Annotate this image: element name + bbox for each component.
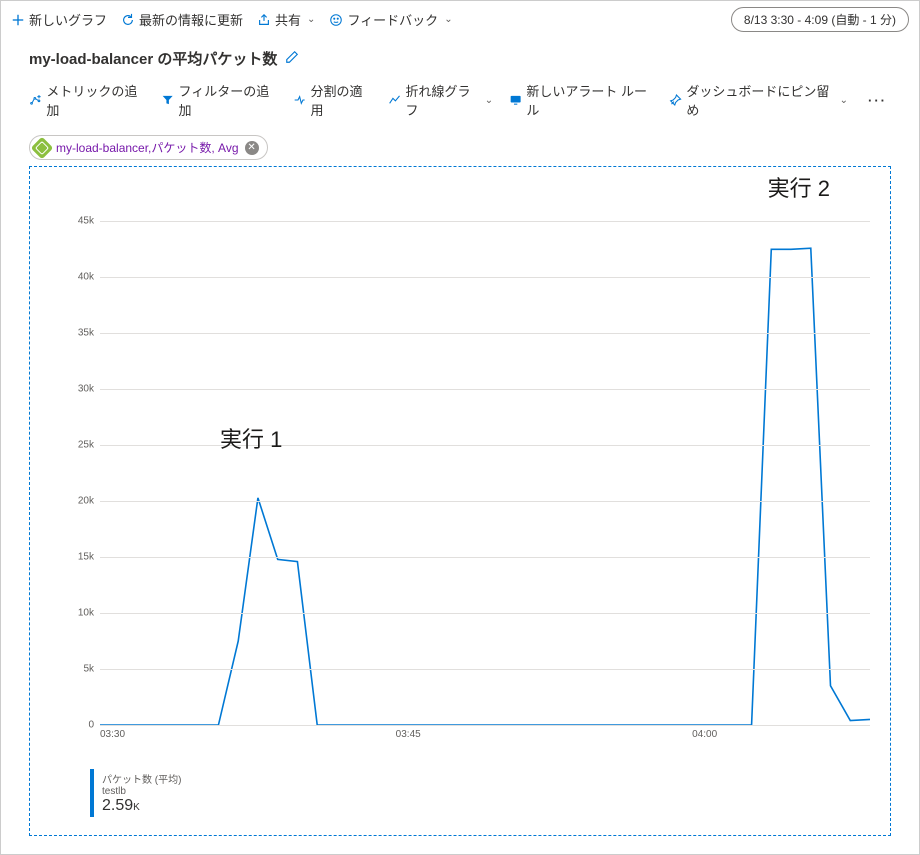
feedback-button[interactable]: フィードバック ⌄	[329, 10, 452, 29]
metric-chip-label: my-load-balancer,パケット数, Avg	[56, 139, 239, 156]
refresh-icon	[121, 13, 135, 27]
y-axis-label: 20k	[62, 496, 94, 507]
alert-icon	[509, 93, 522, 107]
time-range-label: 8/13 3:30 - 4:09 (自動 - 1 分)	[744, 13, 896, 27]
new-alert-rule-label: 新しいアラート ルール	[526, 81, 653, 119]
chart-frame: 05k10k15k20k25k30k35k40k45k 03:3003:4504…	[29, 166, 891, 836]
feedback-label: フィードバック	[347, 10, 438, 29]
chevron-down-icon: ⌄	[485, 95, 493, 106]
gridline	[100, 333, 870, 334]
remove-chip-button[interactable]: ✕	[245, 141, 259, 155]
chart-container: my-load-balancer,パケット数, Avg ✕ 05k10k15k2…	[29, 135, 891, 836]
annotation-run-2: 実行 2	[768, 171, 830, 203]
x-axis-label: 03:45	[396, 729, 421, 740]
legend-metric-name: パケット数 (平均)	[102, 771, 181, 786]
legend-item[interactable]: パケット数 (平均) testlb 2.59K	[90, 769, 189, 817]
y-axis-label: 25k	[62, 440, 94, 451]
chart-toolbar-left: メトリックの追加 フィルターの追加 分割の適用	[29, 81, 372, 119]
edit-title-button[interactable]	[285, 50, 299, 67]
add-metric-label: メトリックの追加	[46, 81, 145, 119]
gridline	[100, 557, 870, 558]
pin-to-dashboard-label: ダッシュボードにピン留め	[686, 81, 833, 119]
chart-toolbar: メトリックの追加 フィルターの追加 分割の適用 折れ線グラフ ⌄ 新しいアラート…	[1, 77, 919, 127]
refresh-label: 最新の情報に更新	[139, 10, 243, 29]
time-range-picker[interactable]: 8/13 3:30 - 4:09 (自動 - 1 分)	[731, 7, 909, 32]
new-alert-rule-button[interactable]: 新しいアラート ルール	[509, 81, 653, 119]
gridline	[100, 725, 870, 726]
y-axis-label: 5k	[62, 664, 94, 675]
annotation-run-1: 実行 1	[220, 422, 282, 454]
x-axis-label: 03:30	[100, 729, 125, 740]
new-chart-button[interactable]: 新しいグラフ	[11, 10, 107, 29]
gridline	[100, 669, 870, 670]
split-icon	[293, 93, 306, 107]
plus-icon	[11, 13, 25, 27]
y-axis-label: 30k	[62, 384, 94, 395]
chart-title: my-load-balancer の平均パケット数	[29, 48, 277, 69]
share-button[interactable]: 共有 ⌄	[257, 10, 315, 29]
gridline	[100, 445, 870, 446]
metric-chip-row: my-load-balancer,パケット数, Avg ✕	[29, 135, 891, 160]
y-axis-label: 0	[62, 720, 94, 731]
line-chart-icon	[388, 93, 401, 107]
chevron-down-icon: ⌄	[840, 95, 848, 106]
apply-splitting-label: 分割の適用	[311, 81, 373, 119]
x-axis-label: 04:00	[692, 729, 717, 740]
gridline	[100, 221, 870, 222]
filter-icon	[161, 93, 174, 107]
y-axis-label: 10k	[62, 608, 94, 619]
pin-to-dashboard-button[interactable]: ダッシュボードにピン留め ⌄	[669, 81, 848, 119]
gridline	[100, 501, 870, 502]
new-chart-label: 新しいグラフ	[29, 10, 107, 29]
top-toolbar: 新しいグラフ 最新の情報に更新 共有 ⌄ フィードバック ⌄ 8/13 3:30…	[1, 1, 919, 38]
y-axis-label: 45k	[62, 216, 94, 227]
plot-area[interactable]: 05k10k15k20k25k30k35k40k45k	[100, 199, 870, 725]
more-actions-button[interactable]: ···	[864, 93, 891, 108]
apply-splitting-button[interactable]: 分割の適用	[293, 81, 372, 119]
resource-icon	[31, 136, 54, 159]
share-icon	[257, 13, 271, 27]
chevron-down-icon: ⌄	[444, 14, 452, 25]
refresh-button[interactable]: 最新の情報に更新	[121, 10, 243, 29]
pin-icon	[669, 93, 682, 107]
y-axis-label: 15k	[62, 552, 94, 563]
gridline	[100, 277, 870, 278]
chevron-down-icon: ⌄	[307, 14, 315, 25]
chart-toolbar-right: 折れ線グラフ ⌄ 新しいアラート ルール ダッシュボードにピン留め ⌄ ···	[388, 81, 891, 119]
pencil-icon	[285, 50, 299, 64]
x-axis: 03:30 03:45 04:00	[100, 729, 870, 743]
smiley-icon	[329, 13, 343, 27]
chart-title-row: my-load-balancer の平均パケット数	[1, 38, 919, 77]
y-axis-label: 40k	[62, 272, 94, 283]
add-metric-icon	[29, 93, 42, 107]
gridline	[100, 613, 870, 614]
y-axis-label: 35k	[62, 328, 94, 339]
add-metric-button[interactable]: メトリックの追加	[29, 81, 145, 119]
metric-chip[interactable]: my-load-balancer,パケット数, Avg ✕	[29, 135, 268, 160]
add-filter-label: フィルターの追加	[179, 81, 278, 119]
top-toolbar-left: 新しいグラフ 最新の情報に更新 共有 ⌄ フィードバック ⌄	[11, 10, 453, 29]
add-filter-button[interactable]: フィルターの追加	[161, 81, 277, 119]
share-label: 共有	[275, 10, 301, 29]
chart-type-label: 折れ線グラフ	[405, 81, 478, 119]
legend-resource-name: testlb	[102, 786, 181, 797]
gridline	[100, 389, 870, 390]
legend-value: 2.59K	[102, 797, 181, 815]
chart-type-dropdown[interactable]: 折れ線グラフ ⌄	[388, 81, 493, 119]
